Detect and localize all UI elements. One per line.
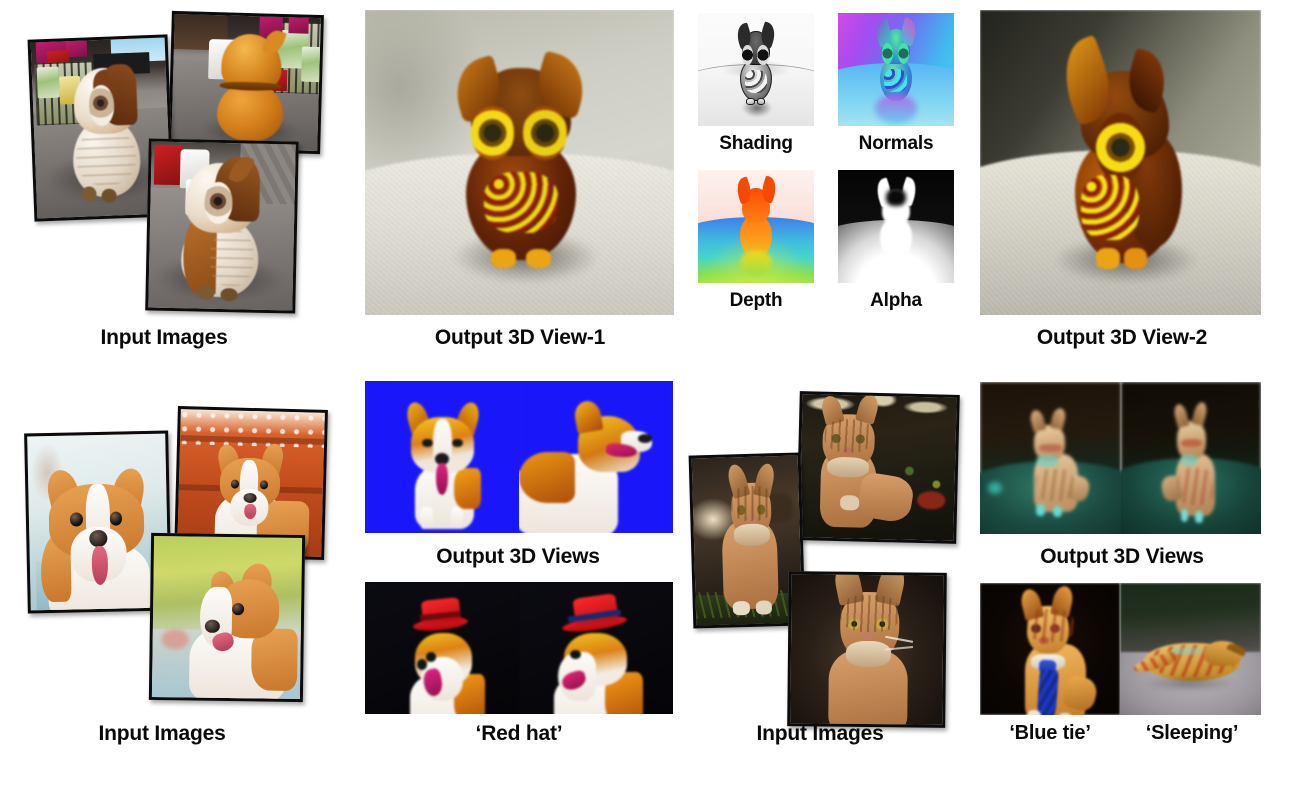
cat-view-a: [980, 382, 1121, 534]
buffer-alpha-image: [838, 170, 954, 283]
depth-scene: [698, 170, 814, 283]
edit-result-red-hat: [365, 582, 673, 714]
caption-buffer-alpha: Alpha: [870, 290, 922, 311]
caption-buffer-shading: Shading: [719, 133, 793, 154]
photo-scene: [790, 571, 944, 728]
output-3d-view-1-owl: [365, 10, 674, 315]
caption-edit-sleeping: ‘Sleeping’: [1145, 722, 1239, 744]
photo-scene: [145, 141, 299, 311]
caption-output-3d-views-dog: Output 3D Views: [436, 545, 600, 568]
output-3d-views-dog: [365, 381, 673, 533]
render-scene: [365, 10, 674, 315]
caption-buffer-depth: Depth: [729, 290, 783, 311]
caption-input-images-dog: Input Images: [98, 722, 226, 745]
normals-scene: [838, 13, 954, 126]
red-hat-view-side: [519, 582, 673, 714]
figure-root: Input Images Output 3D View-1 Shading No…: [0, 0, 1291, 786]
cat-view-b: [1120, 382, 1261, 534]
shading-scene: [698, 13, 814, 126]
buffer-normals-image: [838, 13, 954, 126]
render-scene: [980, 10, 1261, 315]
photo-scene: [799, 392, 957, 541]
input-photo-dog-3: [148, 532, 306, 703]
input-photo-cat-3: [787, 571, 947, 728]
caption-buffer-normals: Normals: [858, 133, 934, 154]
buffer-depth-image: [698, 170, 814, 283]
caption-output-3d-views-cat: Output 3D Views: [1040, 545, 1204, 568]
edit-result-sleeping: [1120, 583, 1261, 715]
photo-scene: [168, 13, 324, 152]
caption-edit-blue-tie: ‘Blue tie’: [1009, 722, 1091, 744]
photo-scene: [151, 535, 303, 703]
input-photo-cat-2: [796, 391, 960, 544]
photo-scene: [27, 433, 172, 614]
photo-scene: [688, 455, 803, 629]
input-photo-owl-3: [145, 138, 299, 314]
alpha-scene: [838, 170, 954, 283]
output-3d-views-cat: [980, 382, 1261, 534]
buffer-shading-image: [698, 13, 814, 126]
caption-edit-red-hat: ‘Red hat’: [475, 722, 563, 745]
dog-view-front: [365, 381, 519, 533]
caption-output-3d-view-1: Output 3D View-1: [434, 326, 606, 349]
dog-view-side: [519, 381, 673, 533]
red-hat-view-front: [365, 582, 519, 714]
caption-output-3d-view-2: Output 3D View-2: [1036, 326, 1208, 349]
caption-input-images-cat: Input Images: [756, 722, 884, 745]
caption-input-images-owl: Input Images: [100, 326, 228, 349]
input-photo-owl-2: [168, 10, 324, 155]
output-3d-view-2-owl: [980, 10, 1261, 315]
edit-result-blue-tie: [980, 583, 1120, 715]
